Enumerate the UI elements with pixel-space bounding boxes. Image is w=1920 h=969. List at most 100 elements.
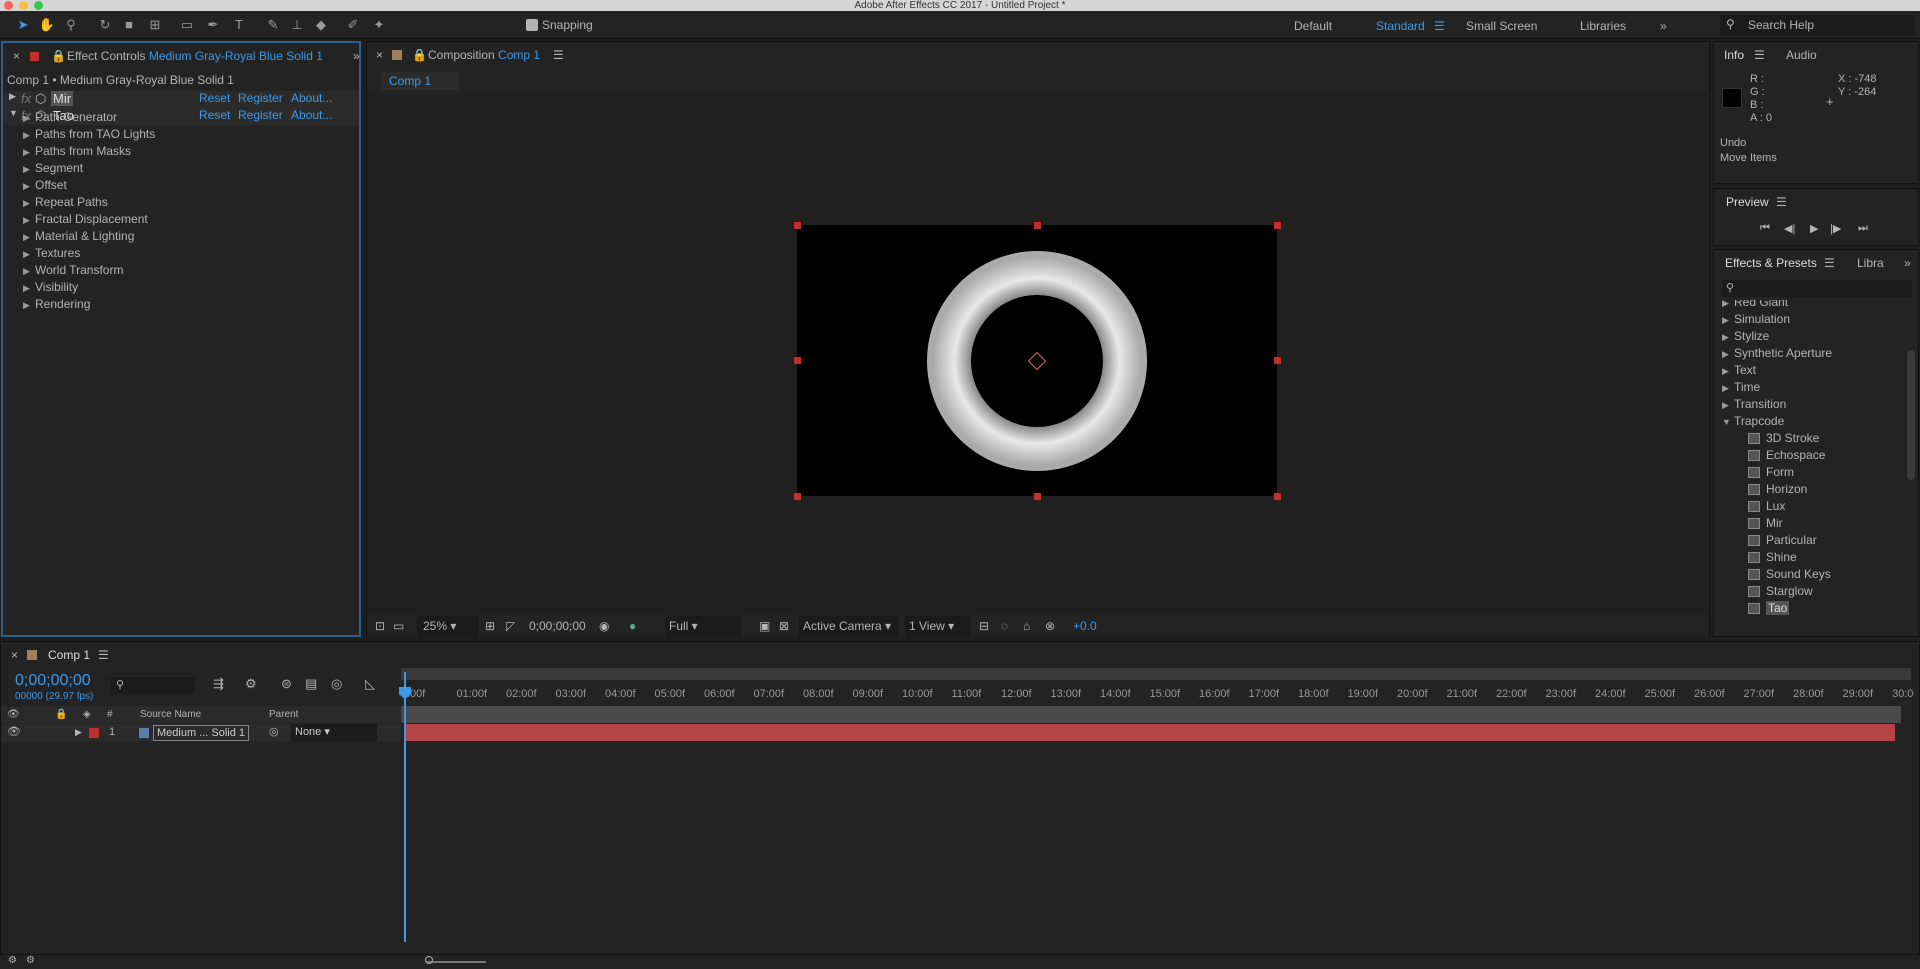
- camera-tool-icon[interactable]: ■: [120, 16, 138, 34]
- panel-menu-icon[interactable]: ☰: [553, 42, 564, 68]
- effect-item[interactable]: Form: [1748, 464, 1794, 481]
- comp-flowchart-icon[interactable]: ⇶: [213, 676, 224, 692]
- expand-triangle-icon[interactable]: ▶: [23, 110, 35, 127]
- effect-category-open[interactable]: ▼ Trapcode: [1722, 413, 1784, 430]
- effect-item[interactable]: 3D Stroke: [1748, 430, 1819, 447]
- effect-category[interactable]: ▶ Stylize: [1722, 328, 1769, 345]
- last-frame-icon[interactable]: ⏭: [1858, 222, 1868, 235]
- zoom-tool-icon[interactable]: ⚲: [62, 16, 80, 34]
- workspace-standard[interactable]: Standard: [1376, 19, 1425, 33]
- expand-triangle-icon[interactable]: ▶: [1722, 380, 1734, 397]
- about-link[interactable]: About...: [291, 91, 332, 105]
- eraser-tool-icon[interactable]: ◆: [312, 16, 330, 34]
- expand-triangle-icon[interactable]: ▶: [23, 144, 35, 161]
- property-group[interactable]: ▶ Paths from Masks: [23, 143, 131, 160]
- expand-triangle-icon[interactable]: ▶: [23, 161, 35, 178]
- zoom-slider[interactable]: [426, 961, 486, 963]
- snapshot-icon[interactable]: ◉: [599, 615, 609, 637]
- property-group[interactable]: ▶ Paths from TAO Lights: [23, 126, 155, 143]
- clone-stamp-tool-icon[interactable]: ⊥: [288, 16, 306, 34]
- info-tab[interactable]: Info: [1724, 42, 1744, 68]
- close-panel-icon[interactable]: ×: [13, 43, 20, 69]
- layer-duration-bar[interactable]: [405, 724, 1895, 741]
- expand-triangle-icon[interactable]: ▶: [23, 280, 35, 297]
- register-link[interactable]: Register: [238, 91, 283, 105]
- effect-item[interactable]: Particular: [1748, 532, 1817, 549]
- layer-name[interactable]: Medium ... Solid 1: [153, 725, 250, 741]
- property-group[interactable]: ▶ Path Generator: [23, 109, 117, 126]
- rotate-tool-icon[interactable]: ↻: [96, 16, 114, 34]
- play-icon[interactable]: ▶: [1810, 222, 1818, 235]
- lock-icon[interactable]: 🔒: [51, 43, 66, 69]
- snapping-checkbox[interactable]: [526, 19, 538, 31]
- puppet-tool-icon[interactable]: ✦: [370, 16, 388, 34]
- minimize-window-button[interactable]: [19, 1, 28, 10]
- expand-triangle-icon[interactable]: ▶: [23, 178, 35, 195]
- panel-menu-icon[interactable]: ☰: [98, 642, 109, 668]
- audio-tab[interactable]: Audio: [1786, 42, 1817, 68]
- comp-viewer[interactable]: [367, 94, 1709, 614]
- first-frame-icon[interactable]: ⏮: [1760, 222, 1770, 235]
- channel-icon[interactable]: ●: [629, 615, 636, 637]
- property-group[interactable]: ▶ Visibility: [23, 279, 78, 296]
- work-area-bar[interactable]: [401, 668, 1911, 680]
- property-group[interactable]: ▶ World Transform: [23, 262, 123, 279]
- expand-triangle-icon[interactable]: ▶: [75, 724, 82, 741]
- expand-triangle-icon[interactable]: ▶: [23, 246, 35, 263]
- comp-canvas[interactable]: [797, 225, 1277, 496]
- layer-row[interactable]: 👁 ▶ 1 Medium ... Solid 1 ◎ None ▾: [1, 724, 401, 741]
- effect-item[interactable]: Mir: [1748, 515, 1783, 532]
- comp-subtab[interactable]: Comp 1: [381, 72, 459, 90]
- transform-handle[interactable]: [794, 357, 801, 364]
- composition-tab[interactable]: Composition Comp 1: [428, 42, 540, 68]
- draft-3d-icon[interactable]: ⚙: [245, 676, 257, 692]
- effects-scrollbar[interactable]: [1907, 350, 1915, 480]
- prev-frame-icon[interactable]: ◀|: [1784, 222, 1795, 235]
- effect-item[interactable]: Shine: [1748, 549, 1797, 566]
- expand-triangle-icon[interactable]: ▶: [9, 91, 16, 102]
- property-group[interactable]: ▶ Fractal Displacement: [23, 211, 148, 228]
- panel-menu-icon[interactable]: »: [353, 43, 360, 69]
- transform-handle[interactable]: [794, 222, 801, 229]
- source-name-column[interactable]: Source Name: [140, 706, 201, 723]
- expand-triangle-icon[interactable]: ▶: [23, 195, 35, 212]
- transform-handle[interactable]: [1034, 222, 1041, 229]
- effect-item[interactable]: Lux: [1748, 498, 1785, 515]
- close-panel-icon[interactable]: ×: [11, 642, 18, 668]
- expand-triangle-icon[interactable]: ▶: [23, 229, 35, 246]
- close-panel-icon[interactable]: ×: [376, 42, 383, 68]
- region-icon[interactable]: ⊞: [485, 615, 495, 637]
- expand-triangle-icon[interactable]: ▶: [1722, 397, 1734, 414]
- comp-timecode[interactable]: 0;00;00;00: [529, 615, 586, 637]
- effect-controls-tab[interactable]: Effect Controls Medium Gray-Royal Blue S…: [67, 43, 323, 69]
- parent-column[interactable]: Parent: [269, 706, 298, 723]
- layer-search-input[interactable]: ⚲: [111, 677, 195, 694]
- more-panels-icon[interactable]: »: [1904, 250, 1911, 276]
- reset-exposure-icon[interactable]: ◌: [1001, 615, 1008, 637]
- effect-category[interactable]: ▶ Red Giant: [1722, 300, 1788, 311]
- mask-icon[interactable]: ⊠: [779, 615, 789, 637]
- effect-category[interactable]: ▶ Synthetic Aperture: [1722, 345, 1832, 362]
- timeline-timecode[interactable]: 0;00;00;00: [15, 672, 91, 690]
- expand-triangle-icon[interactable]: ▶: [23, 297, 35, 314]
- effect-category[interactable]: ▶ Time: [1722, 379, 1760, 396]
- transform-handle[interactable]: [794, 493, 801, 500]
- panel-menu-icon[interactable]: ☰: [1754, 42, 1765, 68]
- workspace-menu-icon[interactable]: ☰: [1434, 19, 1445, 33]
- property-group[interactable]: ▶ Repeat Paths: [23, 194, 108, 211]
- property-group[interactable]: ▶ Offset: [23, 177, 67, 194]
- toggle-pixel-icon[interactable]: ⊟: [979, 615, 989, 637]
- lock-icon[interactable]: 🔒: [412, 42, 427, 68]
- timeline-tab[interactable]: Comp 1: [48, 642, 90, 668]
- effect-category[interactable]: ▶ Text: [1722, 362, 1756, 379]
- workspace-small-screen[interactable]: Small Screen: [1466, 19, 1537, 33]
- next-frame-icon[interactable]: |▶: [1830, 222, 1841, 235]
- expand-triangle-icon[interactable]: ▶: [1722, 346, 1734, 363]
- reset-link[interactable]: Reset: [199, 91, 230, 105]
- expand-triangle-icon[interactable]: ▶: [1722, 329, 1734, 346]
- effects-presets-tab[interactable]: Effects & Presets: [1725, 250, 1817, 276]
- zoom-window-button[interactable]: [34, 1, 43, 10]
- expand-triangle-icon[interactable]: ▶: [1722, 312, 1734, 329]
- exposure-value[interactable]: +0.0: [1073, 615, 1097, 637]
- pickwhip-icon[interactable]: ◎: [269, 724, 279, 741]
